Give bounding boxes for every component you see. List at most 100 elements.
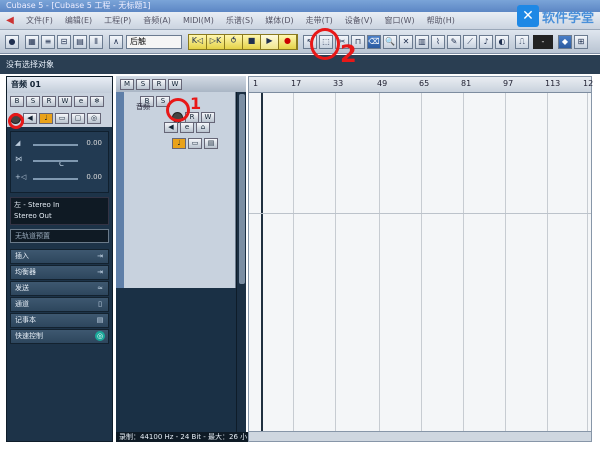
lane-display-button[interactable]: ▭ xyxy=(55,113,69,124)
track-monitor-button[interactable]: ◀ xyxy=(164,122,178,133)
quantize-icon[interactable]: ◆ xyxy=(558,34,572,49)
menu-midi[interactable]: MIDI(M) xyxy=(177,12,220,30)
line-tool-icon[interactable]: ⟋ xyxy=(463,34,477,49)
delay-value: 0.00 xyxy=(86,173,102,181)
annotation-circle-record-button xyxy=(310,28,340,60)
menu-window[interactable]: 窗口(W) xyxy=(378,12,420,30)
go-to-end-button[interactable]: ▷K xyxy=(207,34,225,49)
volume-value: 0.00 xyxy=(86,139,102,147)
time-warp-tool-icon[interactable]: ⌇ xyxy=(431,34,445,49)
section-inserts[interactable]: 插入 ⇥ xyxy=(10,249,109,264)
snap-icon[interactable]: ⎍ xyxy=(515,34,529,49)
eq-icon: ⇥ xyxy=(97,268,103,276)
bypass-button[interactable]: B xyxy=(10,96,24,107)
transport-bar: K◁ ▷K ⥀ ■ ▶ ● xyxy=(188,33,298,50)
menu-devices[interactable]: 设备(V) xyxy=(339,12,379,30)
mute-tool-icon[interactable]: ✕ xyxy=(399,34,413,49)
section-equalizer[interactable]: 均衡器 ⇥ xyxy=(10,265,109,280)
sends-icon: ≈ xyxy=(97,284,103,292)
menu-audio[interactable]: 音频(A) xyxy=(137,12,177,30)
section-notepad[interactable]: 记事本 ▤ xyxy=(10,313,109,328)
write-automation-button[interactable]: W xyxy=(58,96,72,107)
inspector-track-name[interactable]: 音频 01 xyxy=(7,77,112,93)
solo-all-button[interactable]: S xyxy=(136,78,150,90)
annotation-circle-inspector-record xyxy=(8,113,24,129)
timeline-ruler[interactable]: 1 17 33 49 65 81 97 113 12 xyxy=(249,77,593,93)
delay-slider[interactable]: +◁ 0.00 xyxy=(15,172,104,184)
play-button[interactable]: ▶ xyxy=(261,34,279,49)
volume-pan-section: ◢ 0.00 C ⋈ +◁ 0.00 xyxy=(10,131,109,193)
write-all-button[interactable]: W xyxy=(168,78,182,90)
ruler-tick: 113 xyxy=(545,79,561,88)
window-title: Cubase 5 - [Cubase 5 工程 - 无标题1] xyxy=(0,0,600,12)
channel-settings-button[interactable]: ◎ xyxy=(87,113,101,124)
menu-edit[interactable]: 编辑(E) xyxy=(59,12,98,30)
erase-tool-icon[interactable]: ⌫ xyxy=(367,34,381,49)
section-sends[interactable]: 发送 ≈ xyxy=(10,281,109,296)
section-channel[interactable]: 通道 ▯ xyxy=(10,297,109,312)
delay-icon: +◁ xyxy=(15,173,27,181)
automation-mode-select[interactable]: 后触 xyxy=(126,34,182,49)
channel-icon: ▯ xyxy=(98,300,102,308)
event-display-scrollbar[interactable] xyxy=(249,431,591,441)
cubase-app-icon[interactable]: ◀ xyxy=(4,15,16,27)
show-overview-button[interactable]: ⊟ xyxy=(57,34,71,49)
read-automation-button[interactable]: R xyxy=(42,96,56,107)
snap-type-select[interactable]: - xyxy=(533,34,553,49)
menu-help[interactable]: 帮助(H) xyxy=(421,12,461,30)
lock-button[interactable]: ▢ xyxy=(71,113,85,124)
event-display[interactable]: 1 17 33 49 65 81 97 113 12 xyxy=(248,76,593,442)
show-inspector-button[interactable]: ▦ xyxy=(25,34,39,49)
edit-channel-button[interactable]: e xyxy=(74,96,88,107)
event-grid[interactable] xyxy=(249,93,591,441)
menu-media[interactable]: 媒体(D) xyxy=(259,12,299,30)
project-record-format: 录制：44100 Hz - 24 Bit - 最大：26 小 xyxy=(116,432,252,442)
mute-all-button[interactable]: M xyxy=(120,78,134,90)
monitor-button[interactable]: ◀ xyxy=(23,113,37,124)
draw-tool-icon[interactable]: ✎ xyxy=(447,34,461,49)
output-routing[interactable]: Stereo Out xyxy=(14,211,105,222)
pan-slider[interactable]: ⋈ xyxy=(15,154,104,166)
track-name[interactable]: 音频 xyxy=(136,102,150,112)
inserts-icon: ⇥ xyxy=(97,252,103,260)
timebase-button[interactable]: ♩ xyxy=(39,113,53,124)
menu-score[interactable]: 乐谱(S) xyxy=(220,12,259,30)
menu-transport[interactable]: 走带(T) xyxy=(300,12,339,30)
track-folder-button[interactable]: ▤ xyxy=(204,138,218,149)
track-preset-search[interactable]: 无轨道预置 xyxy=(10,229,109,243)
inspector-panel: 音频 01 B S R W e ❄ ◀ ♩ ▭ ▢ ◎ ◢ 0.00 C ⋈ +… xyxy=(6,76,113,442)
ruler-tick: 1 xyxy=(253,79,259,88)
section-quick-controls[interactable]: 快速控制 ◎ xyxy=(10,329,109,344)
record-button[interactable]: ● xyxy=(279,34,297,49)
read-all-button[interactable]: R xyxy=(152,78,166,90)
track-lanes-button[interactable]: ▭ xyxy=(188,138,202,149)
automation-mode-icon[interactable]: ∧ xyxy=(109,34,123,49)
color-tool-icon[interactable]: ◐ xyxy=(495,34,509,49)
input-routing[interactable]: 左 - Stereo In xyxy=(14,200,105,211)
show-info-line-button[interactable]: ≡ xyxy=(41,34,55,49)
track-list-scrollbar[interactable] xyxy=(236,92,246,442)
volume-slider[interactable]: ◢ 0.00 xyxy=(15,138,104,150)
go-to-start-button[interactable]: K◁ xyxy=(189,34,207,49)
track-list-header: M S R W xyxy=(116,76,246,92)
track-timebase-button[interactable]: ♩ xyxy=(172,138,186,149)
activate-project-button[interactable]: ● xyxy=(5,34,19,49)
volume-icon: ◢ xyxy=(15,139,21,147)
freeze-button[interactable]: ❄ xyxy=(90,96,104,107)
play-tool-icon[interactable]: ♪ xyxy=(479,34,493,49)
cycle-button[interactable]: ⥀ xyxy=(225,34,243,49)
comp-tool-icon[interactable]: ▥ xyxy=(415,34,429,49)
ruler-tick: 97 xyxy=(503,79,514,88)
solo-button[interactable]: S xyxy=(26,96,40,107)
grid-settings-icon[interactable]: ⊞ xyxy=(574,34,588,49)
zoom-tool-icon[interactable]: 🔍 xyxy=(383,34,397,49)
menu-file[interactable]: 文件(F) xyxy=(20,12,59,30)
track-list-scroll-thumb[interactable] xyxy=(239,94,245,284)
project-cursor[interactable] xyxy=(261,93,263,441)
track-edit-button[interactable]: e xyxy=(180,122,194,133)
track-lock-button[interactable]: ⌂ xyxy=(196,122,210,133)
open-pool-button[interactable]: ▤ xyxy=(73,34,87,49)
open-mixer-button[interactable]: ⫴ xyxy=(89,34,103,49)
stop-button[interactable]: ■ xyxy=(243,34,261,49)
menu-project[interactable]: 工程(P) xyxy=(98,12,137,30)
